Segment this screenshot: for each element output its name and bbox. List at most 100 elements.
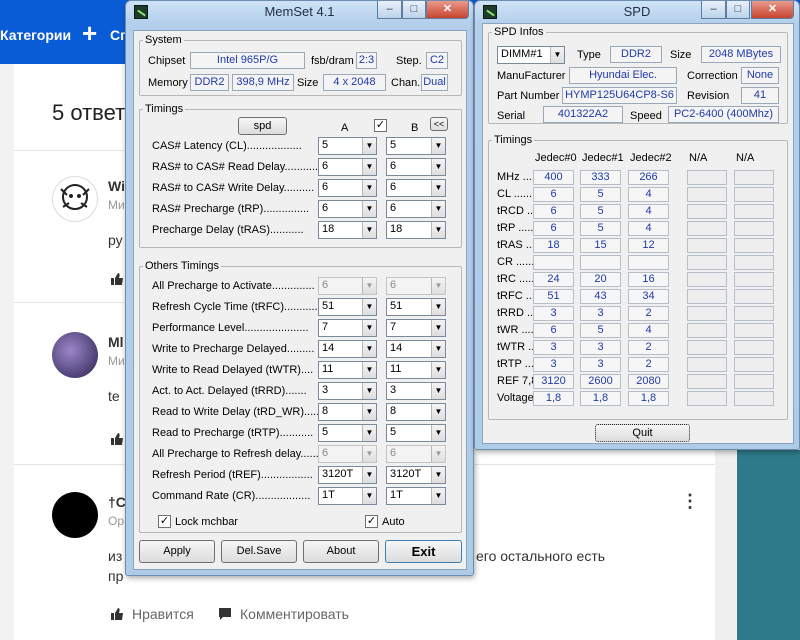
chevron-down-icon[interactable]: ▼ [431,362,445,378]
other-timing-a-select[interactable]: 5 ▼ [318,424,377,442]
chevron-down-icon[interactable]: ▼ [362,201,376,217]
avatar[interactable] [52,176,98,222]
chevron-down-icon[interactable]: ▼ [362,278,376,294]
thumbs-up-icon[interactable] [110,432,124,446]
quit-button[interactable]: Quit [595,424,690,442]
other-timing-a-select[interactable]: 6 ▼ [318,277,377,295]
maximize-button[interactable]: □ [726,1,750,19]
column-b-label: B [411,122,419,134]
chevron-down-icon[interactable]: ▼ [362,362,376,378]
other-timing-a-select[interactable]: 7 ▼ [318,319,377,337]
collapse-button[interactable]: << [430,117,448,131]
chevron-down-icon[interactable]: ▼ [431,180,445,196]
chevron-down-icon[interactable]: ▼ [362,341,376,357]
other-timing-a-select[interactable]: 1T ▼ [318,487,377,505]
chevron-down-icon[interactable]: ▼ [362,446,376,462]
other-timing-a-select[interactable]: 11 ▼ [318,361,377,379]
close-button[interactable]: ✕ [426,1,469,19]
other-timing-b-select[interactable]: 6 ▼ [386,277,446,295]
chevron-down-icon[interactable]: ▼ [362,222,376,238]
avatar[interactable] [52,332,98,378]
spd-cell: 3 [533,306,574,321]
other-timing-a-select[interactable]: 8 ▼ [318,403,377,421]
nav-categories[interactable]: Категории [0,27,71,43]
chevron-down-icon[interactable]: ▼ [362,383,376,399]
link-checkbox[interactable]: ✓ [374,119,387,132]
other-timing-b-select[interactable]: 1T ▼ [386,487,446,505]
chevron-down-icon[interactable]: ▼ [431,425,445,441]
timing-a-select[interactable]: 6 ▼ [318,158,377,176]
chevron-down-icon[interactable]: ▼ [431,341,445,357]
timing-a-select[interactable]: 18 ▼ [318,221,377,239]
comment-author[interactable]: Ml [108,334,124,350]
other-timing-a-select[interactable]: 51 ▼ [318,298,377,316]
other-timing-b-select[interactable]: 5 ▼ [386,424,446,442]
chevron-down-icon[interactable]: ▼ [431,222,445,238]
chevron-down-icon[interactable]: ▼ [362,467,376,483]
timing-b-select[interactable]: 6 ▼ [386,158,446,176]
timing-a-select[interactable]: 6 ▼ [318,179,377,197]
exit-button[interactable]: Exit [385,540,462,563]
timing-b-select[interactable]: 6 ▼ [386,179,446,197]
dimm-select[interactable]: DIMM#1 ▼ [497,46,565,64]
spd-button[interactable]: spd [238,117,287,135]
minimize-button[interactable]: – [377,1,402,19]
chevron-down-icon[interactable]: ▼ [362,138,376,154]
chevron-down-icon[interactable]: ▼ [550,47,564,63]
chevron-down-icon[interactable]: ▼ [362,425,376,441]
chevron-down-icon[interactable]: ▼ [431,278,445,294]
other-timing-b-select[interactable]: 3120T ▼ [386,466,446,484]
other-timing-a-select[interactable]: 3120T ▼ [318,466,377,484]
timing-b-select[interactable]: 6 ▼ [386,200,446,218]
like-button[interactable]: Нравится [132,606,194,622]
other-timing-b-select[interactable]: 3 ▼ [386,382,446,400]
timing-a-select[interactable]: 6 ▼ [318,200,377,218]
plus-icon[interactable]: + [82,20,97,46]
other-timing-a-select[interactable]: 3 ▼ [318,382,377,400]
other-timing-b-select[interactable]: 14 ▼ [386,340,446,358]
chevron-down-icon[interactable]: ▼ [362,159,376,175]
chevron-down-icon[interactable]: ▼ [431,446,445,462]
auto-checkbox[interactable]: ✓ [365,515,378,528]
chevron-down-icon[interactable]: ▼ [362,299,376,315]
chevron-down-icon[interactable]: ▼ [431,467,445,483]
timing-row-label: CAS# Latency (CL).................. [152,140,302,152]
timing-b-select[interactable]: 5 ▼ [386,137,446,155]
chevron-down-icon[interactable]: ▼ [362,488,376,504]
chevron-down-icon[interactable]: ▼ [431,320,445,336]
chevron-down-icon[interactable]: ▼ [431,159,445,175]
chevron-down-icon[interactable]: ▼ [431,404,445,420]
chevron-down-icon[interactable]: ▼ [431,488,445,504]
about-button[interactable]: About [303,540,379,563]
other-timing-b-select[interactable]: 8 ▼ [386,403,446,421]
close-button[interactable]: ✕ [751,1,794,19]
thumbs-up-icon[interactable] [110,607,124,621]
more-options-icon[interactable]: ⋮ [681,492,699,510]
other-timing-b-select[interactable]: 6 ▼ [386,445,446,463]
other-timing-b-select[interactable]: 11 ▼ [386,361,446,379]
comment-icon[interactable] [218,607,232,621]
minimize-button[interactable]: – [701,1,726,19]
maximize-button[interactable]: □ [402,1,426,19]
chevron-down-icon[interactable]: ▼ [431,201,445,217]
delsave-button[interactable]: Del.Save [221,540,297,563]
timing-b-select[interactable]: 18 ▼ [386,221,446,239]
apply-button[interactable]: Apply [139,540,215,563]
chevron-down-icon[interactable]: ▼ [431,299,445,315]
avatar[interactable] [52,492,98,538]
chevron-down-icon[interactable]: ▼ [362,404,376,420]
chevron-down-icon[interactable]: ▼ [362,180,376,196]
chevron-down-icon[interactable]: ▼ [431,138,445,154]
comment-button[interactable]: Комментировать [240,606,349,622]
other-timing-a-select[interactable]: 6 ▼ [318,445,377,463]
comment-author[interactable]: Wi [108,178,125,194]
lock-mchbar-checkbox[interactable]: ✓ [158,515,171,528]
chevron-down-icon[interactable]: ▼ [431,383,445,399]
other-timing-b-select[interactable]: 51 ▼ [386,298,446,316]
other-timing-a-select[interactable]: 14 ▼ [318,340,377,358]
thumbs-up-icon[interactable] [110,272,124,286]
comment-author[interactable]: †С [108,494,126,510]
chevron-down-icon[interactable]: ▼ [362,320,376,336]
timing-a-select[interactable]: 5 ▼ [318,137,377,155]
other-timing-b-select[interactable]: 7 ▼ [386,319,446,337]
